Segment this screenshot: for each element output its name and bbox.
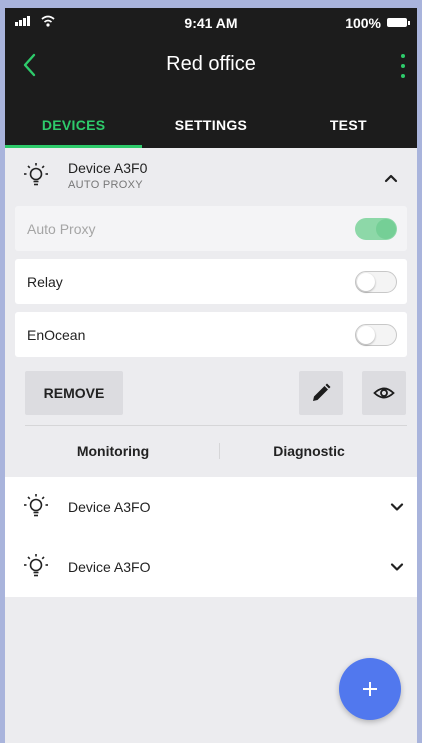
chevron-down-icon[interactable] — [389, 499, 405, 515]
plus-icon — [363, 682, 377, 696]
tab-settings[interactable]: SETTINGS — [142, 105, 279, 148]
view-button[interactable] — [362, 371, 406, 415]
monitoring-link[interactable]: Monitoring — [15, 426, 211, 477]
chevron-down-icon[interactable] — [389, 559, 405, 575]
toggle-row-enocean: EnOcean — [15, 312, 407, 357]
toggle-label: Relay — [27, 274, 63, 290]
nav-bar: Red office — [5, 38, 417, 95]
toggle-row-auto-proxy: Auto Proxy — [15, 206, 407, 251]
toggle-label: Auto Proxy — [27, 221, 96, 237]
device-actions: REMOVE — [15, 365, 407, 425]
lightbulb-icon — [24, 163, 48, 186]
device-header[interactable]: Device A3F0 AUTO PROXY — [15, 148, 407, 206]
list-item[interactable]: Device A3FO — [5, 477, 417, 537]
toggle-row-relay: Relay — [15, 259, 407, 304]
pencil-icon — [313, 383, 331, 401]
diagnostic-link[interactable]: Diagnostic — [211, 426, 407, 477]
app-header: 9:41 AM 100% Red office DEVICES SETTINGS… — [5, 8, 417, 148]
device-subtitle: AUTO PROXY — [68, 179, 143, 191]
remove-button[interactable]: REMOVE — [25, 371, 123, 415]
device-list: Device A3FO Device A3FO — [5, 477, 417, 597]
toggle-label: EnOcean — [27, 327, 86, 343]
tab-bar: DEVICES SETTINGS TEST — [5, 105, 417, 148]
device-name: Device A3FO — [68, 499, 151, 515]
device-name: Device A3F0 — [68, 160, 148, 176]
status-bar: 9:41 AM 100% — [5, 8, 417, 38]
device-name: Device A3FO — [68, 559, 151, 575]
tab-devices[interactable]: DEVICES — [5, 105, 143, 148]
expanded-device-card: Device A3F0 AUTO PROXY Auto Proxy Relay … — [5, 148, 417, 477]
lightbulb-icon — [24, 554, 48, 577]
enocean-switch[interactable] — [355, 324, 397, 346]
add-device-fab[interactable] — [339, 658, 401, 720]
battery-icon — [387, 18, 410, 27]
more-menu-icon[interactable] — [399, 54, 407, 78]
page-title: Red office — [166, 53, 256, 75]
tab-test[interactable]: TEST — [280, 105, 417, 148]
chevron-up-icon[interactable] — [383, 170, 399, 186]
battery-percent: 100% — [345, 15, 381, 31]
eye-icon — [373, 387, 395, 399]
device-links: Monitoring Diagnostic — [15, 426, 407, 477]
app-screen: 9:41 AM 100% Red office DEVICES SETTINGS… — [5, 8, 417, 743]
auto-proxy-switch — [355, 218, 397, 240]
link-separator — [219, 443, 220, 459]
lightbulb-icon — [24, 494, 48, 517]
list-item[interactable]: Device A3FO — [5, 537, 417, 597]
relay-switch[interactable] — [355, 271, 397, 293]
edit-button[interactable] — [299, 371, 343, 415]
